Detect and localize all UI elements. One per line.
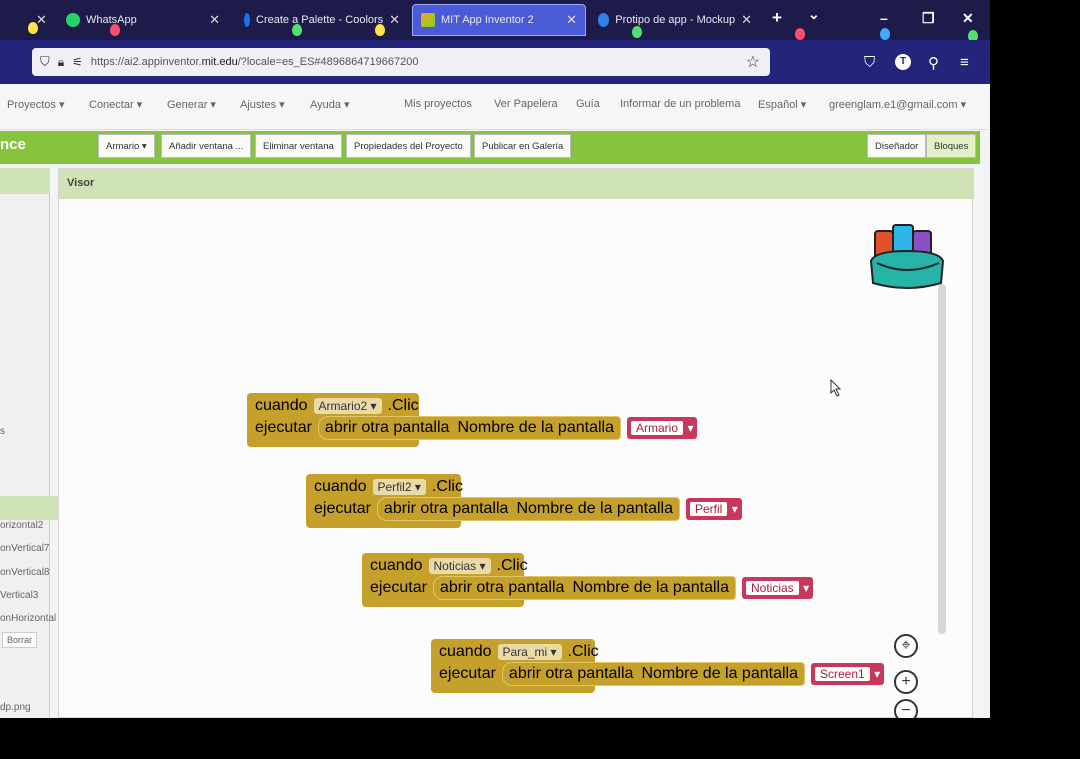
component-item[interactable]: s	[0, 426, 5, 437]
app-menu-bar: Proyectos ▾ Conectar ▾ Generar ▾ Ajustes…	[0, 84, 990, 130]
restore-button[interactable]: ❐	[922, 10, 935, 27]
screen-name-block[interactable]: Armario ▾	[626, 417, 698, 439]
viewer-title: Visor	[59, 169, 974, 199]
remove-screen-button[interactable]: Eliminar ventana	[255, 134, 342, 158]
menu-idioma[interactable]: Español ▾	[758, 98, 806, 111]
permissions-icon[interactable]: ⚟	[72, 55, 83, 69]
media-panel-header	[0, 496, 66, 520]
address-bar[interactable]: ⛉ 🔒︎ ⚟ https://ai2.appinventor.mit.edu/?…	[32, 48, 770, 76]
menu-generar[interactable]: Generar ▾	[167, 98, 216, 111]
screen-name-block[interactable]: Perfil ▾	[685, 498, 742, 520]
protipo-icon	[598, 13, 610, 27]
backpack-icon[interactable]	[867, 217, 947, 295]
menu-cuenta[interactable]: greenglam.e1@gmail.com ▾	[829, 98, 966, 111]
event-body: ejecutar abrir otra pantalla Nombre de l…	[314, 497, 742, 521]
menu-icon[interactable]: ≡	[960, 54, 969, 71]
app-inventor-icon	[421, 13, 435, 27]
recenter-button[interactable]: ⌖	[894, 634, 918, 658]
component-item[interactable]: orizontal2	[0, 520, 43, 531]
blocks-viewer[interactable]: Visor cuando Armario2 ▾ .Clic ejecutar a…	[58, 168, 974, 718]
browser-screen: ✕ WhatsApp ✕ Create a Palette - Coolors …	[0, 0, 990, 718]
components-panel-header	[0, 168, 50, 194]
component-dropdown[interactable]: Noticias ▾	[428, 558, 491, 574]
extensions-icon[interactable]: ⚲	[928, 54, 939, 72]
minimize-button[interactable]: –	[880, 10, 888, 26]
open-screen-block[interactable]: abrir otra pantalla Nombre de la pantall…	[432, 576, 736, 600]
shield-icon[interactable]: ⛉	[40, 54, 50, 70]
close-icon[interactable]: ✕	[566, 12, 577, 28]
project-toolbar: nce Armario ▾ Añadir ventana ... Elimina…	[0, 131, 980, 164]
mouse-cursor-icon	[830, 379, 842, 397]
link-mis-proyectos[interactable]: Mis proyectos	[404, 98, 472, 110]
menu-ajustes[interactable]: Ajustes ▾	[240, 98, 285, 111]
menu-conectar[interactable]: Conectar ▾	[89, 98, 142, 111]
whatsapp-icon	[66, 13, 80, 27]
pocket-icon[interactable]: ⛉	[864, 54, 875, 71]
link-informar-problema[interactable]: Informar de un problema	[620, 98, 740, 110]
event-header: cuando Noticias ▾ .Clic	[370, 557, 528, 574]
event-body: ejecutar abrir otra pantalla Nombre de l…	[370, 576, 814, 600]
media-file[interactable]: dp.png	[0, 702, 31, 713]
event-header: cuando Armario2 ▾ .Clic	[255, 397, 419, 414]
lock-icon[interactable]: 🔒︎	[58, 55, 64, 70]
component-item[interactable]: onVertical7	[0, 543, 49, 554]
bookmark-star-icon[interactable]: ☆	[746, 52, 760, 72]
designer-button[interactable]: Diseñador	[867, 134, 927, 158]
tab-protipo[interactable]: Protipo de app - Mockup ✕	[590, 6, 760, 34]
blocks-button[interactable]: Bloques	[926, 134, 977, 158]
event-body: ejecutar abrir otra pantalla Nombre de l…	[439, 662, 885, 686]
close-window-button[interactable]: ✕	[962, 10, 974, 27]
open-screen-block[interactable]: abrir otra pantalla Nombre de la pantall…	[317, 416, 621, 440]
menu-ayuda[interactable]: Ayuda ▾	[310, 98, 350, 111]
component-item[interactable]: onHorizontal	[0, 613, 56, 624]
link-ver-papelera[interactable]: Ver Papelera	[494, 98, 558, 110]
component-item[interactable]: onVertical8	[0, 567, 49, 578]
viewer-scrollbar[interactable]	[938, 284, 946, 634]
component-dropdown[interactable]: Armario2 ▾	[313, 398, 382, 414]
delete-button[interactable]: Borrar	[2, 632, 38, 648]
screen-name-block[interactable]: Screen1 ▾	[810, 663, 885, 685]
project-properties-button[interactable]: Propiedades del Proyecto	[346, 134, 471, 158]
publish-gallery-button[interactable]: Publicar en Galería	[474, 134, 572, 158]
close-icon[interactable]: ✕	[389, 12, 400, 28]
light-bulb	[795, 28, 805, 40]
event-header: cuando Perfil2 ▾ .Clic	[314, 478, 463, 495]
screen-select[interactable]: Armario ▾	[98, 134, 155, 158]
screen-name-block[interactable]: Noticias ▾	[741, 577, 814, 599]
event-header: cuando Para_mi ▾ .Clic	[439, 643, 599, 660]
tab-app-inventor[interactable]: MIT App Inventor 2 ✕	[412, 4, 586, 36]
url-text[interactable]: https://ai2.appinventor.mit.edu/?locale=…	[91, 56, 419, 68]
new-tab-button[interactable]: +	[772, 8, 782, 28]
tab-coolors[interactable]: Create a Palette - Coolors ✕	[236, 6, 406, 34]
tab-whatsapp[interactable]: WhatsApp ✕	[58, 6, 228, 34]
close-tab-button[interactable]: ✕	[28, 6, 55, 34]
project-name: nce	[0, 136, 26, 153]
zoom-out-button[interactable]: −	[894, 699, 918, 718]
coolors-icon	[244, 13, 250, 27]
open-screen-block[interactable]: abrir otra pantalla Nombre de la pantall…	[376, 497, 680, 521]
component-item[interactable]: Vertical3	[0, 590, 38, 601]
close-icon[interactable]: ✕	[741, 12, 752, 28]
open-screen-block[interactable]: abrir otra pantalla Nombre de la pantall…	[501, 662, 805, 686]
component-dropdown[interactable]: Perfil2 ▾	[372, 479, 426, 495]
event-body: ejecutar abrir otra pantalla Nombre de l…	[255, 416, 698, 440]
component-dropdown[interactable]: Para_mi ▾	[497, 644, 562, 660]
add-screen-button[interactable]: Añadir ventana ...	[161, 134, 252, 158]
tab-bar: ✕ WhatsApp ✕ Create a Palette - Coolors …	[0, 0, 990, 42]
zoom-in-button[interactable]: +	[894, 670, 918, 694]
menu-proyectos[interactable]: Proyectos ▾	[7, 98, 65, 111]
account-icon[interactable]: T	[895, 54, 911, 70]
close-icon[interactable]: ✕	[209, 12, 220, 28]
link-guia[interactable]: Guía	[576, 98, 600, 110]
list-tabs-button[interactable]: ⌄	[808, 6, 820, 23]
components-panel: s nVertical2 orizontal2 onVertical7 onVe…	[0, 168, 56, 718]
light-bulb	[880, 28, 890, 40]
navigation-bar: ⛉ 🔒︎ ⚟ https://ai2.appinventor.mit.edu/?…	[0, 40, 990, 84]
